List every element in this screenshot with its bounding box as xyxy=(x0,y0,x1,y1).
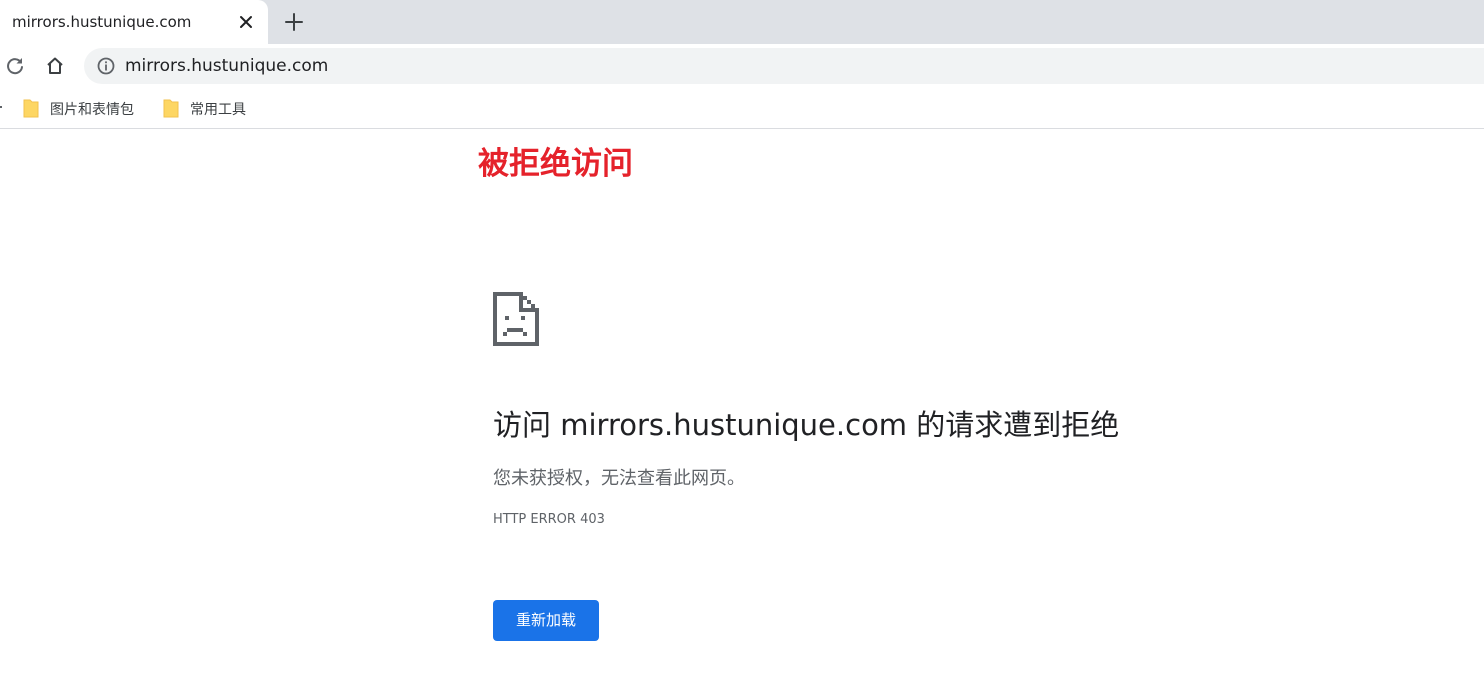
reload-icon[interactable] xyxy=(4,55,26,77)
info-icon[interactable] xyxy=(96,56,116,76)
bookmarks-bar: 图片和表情包 常用工具 xyxy=(0,88,1484,129)
error-heading: 访问 mirrors.hustunique.com 的请求遭到拒绝 xyxy=(493,408,1120,442)
folder-icon xyxy=(23,99,39,118)
reload-button[interactable]: 重新加载 xyxy=(493,600,599,641)
folder-icon xyxy=(163,99,179,118)
url-text[interactable]: mirrors.hustunique.com xyxy=(125,56,328,76)
bookmark-label: 图片和表情包 xyxy=(50,102,134,118)
active-tab[interactable]: mirrors.hustunique.com xyxy=(0,0,268,44)
close-icon[interactable] xyxy=(236,12,256,32)
sad-document-icon xyxy=(493,292,539,346)
new-tab-plus-icon[interactable] xyxy=(283,11,305,33)
error-description: 您未获授权，无法查看此网页。 xyxy=(493,468,745,489)
tab-title: mirrors.hustunique.com xyxy=(12,13,192,31)
bookmarks-edge-mark xyxy=(0,106,2,108)
tab-strip: mirrors.hustunique.com xyxy=(0,0,1484,44)
bookmark-label: 常用工具 xyxy=(190,102,246,118)
access-denied-annotation: 被拒绝访问 xyxy=(478,146,633,182)
address-bar[interactable]: mirrors.hustunique.com xyxy=(84,48,1484,84)
error-code: HTTP ERROR 403 xyxy=(493,512,605,527)
browser-toolbar: mirrors.hustunique.com xyxy=(0,44,1484,88)
home-icon[interactable] xyxy=(44,55,66,77)
